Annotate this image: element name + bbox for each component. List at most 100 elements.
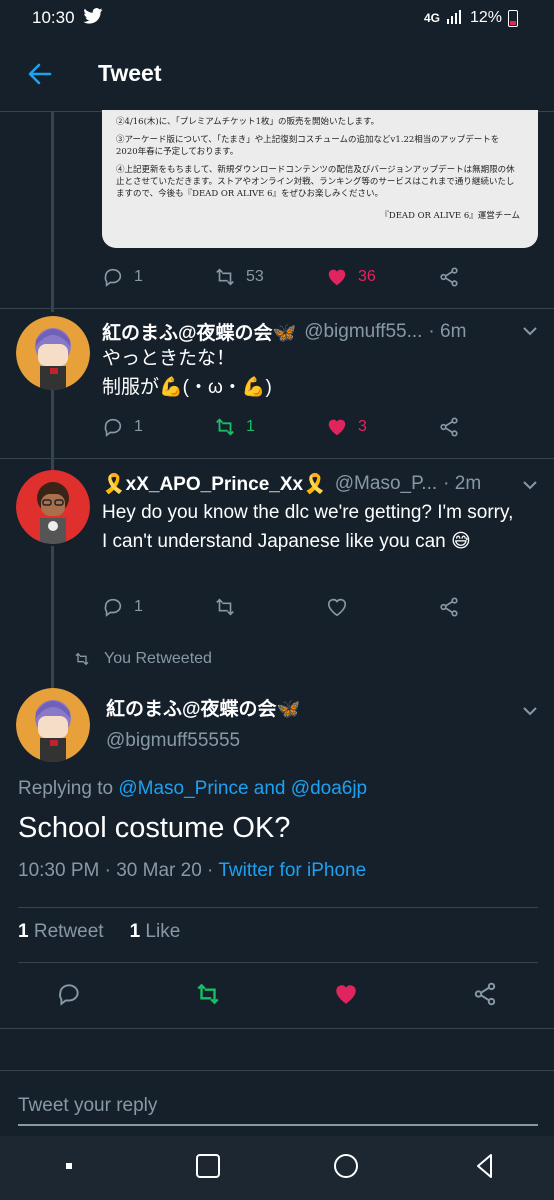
retweeted-label: You Retweeted xyxy=(74,650,212,668)
like-button[interactable]: 3 xyxy=(326,416,438,438)
reply-count: 1 xyxy=(134,268,143,285)
user-handle[interactable]: @Maso_P... xyxy=(335,473,437,495)
source-link[interactable]: Twitter for iPhone xyxy=(218,860,366,881)
tweet-actions: 1 1 3 xyxy=(102,412,482,442)
like-button[interactable] xyxy=(326,596,438,618)
tweet-header: 紅のまふ@夜蝶の会🦋 @bigmuff55... · 6m xyxy=(102,318,466,345)
tweet-time: · 6m xyxy=(428,320,467,342)
heart-filled-icon xyxy=(328,269,346,286)
back-button[interactable] xyxy=(14,49,64,99)
reply-input[interactable] xyxy=(18,1088,538,1126)
tweet-header: 🎗️xX_APO_Prince_Xx🎗️ @Maso_P... · 2m xyxy=(102,472,481,496)
like-button[interactable] xyxy=(333,981,359,1012)
share-button[interactable] xyxy=(438,266,460,288)
thread-line xyxy=(51,546,54,688)
reply-button[interactable]: 1 xyxy=(102,596,214,618)
image-text-line: ②4/16(木)に、「プレミアムチケット1枚」の販売を開始いたします。 xyxy=(116,117,380,127)
retweeted-text: You Retweeted xyxy=(104,650,212,667)
share-icon xyxy=(474,982,495,1005)
share-button[interactable] xyxy=(472,981,498,1012)
retweets-stat[interactable]: 1 Retweet xyxy=(18,921,104,943)
retweet-button[interactable]: 53 xyxy=(214,266,326,288)
divider xyxy=(0,308,554,309)
battery-percent: 12% xyxy=(469,9,502,26)
page-title: Tweet xyxy=(98,60,162,86)
tweet-actions: 1 53 36 xyxy=(102,262,482,292)
image-text-line: ④上記更新をもちまして、新規ダウンロードコンテンツの配信及びバージョンアップデー… xyxy=(116,165,515,199)
mention-link[interactable]: @doa6jp xyxy=(291,778,367,799)
display-name[interactable]: 紅のまふ@夜蝶の会🦋 xyxy=(106,694,300,721)
engagement-counts: 1 Retweet 1 Like xyxy=(18,921,180,943)
like-count: 36 xyxy=(358,268,376,285)
tweet-actions: 1 xyxy=(102,592,482,622)
clock: 10:30 xyxy=(32,8,75,27)
share-icon xyxy=(440,597,458,617)
share-button[interactable] xyxy=(438,416,460,438)
retweet-icon xyxy=(216,598,234,616)
tweet-text: やっときたな！ 制服が💪(・ω・💪) xyxy=(102,344,522,402)
tweet-meta: 10:30 PM · 30 Mar 20 · Twitter for iPhon… xyxy=(18,860,366,882)
reply-count: 1 xyxy=(134,598,143,615)
tweet-menu-button[interactable] xyxy=(522,474,538,495)
heart-filled-icon xyxy=(328,419,346,436)
user-handle[interactable]: @bigmuff55... xyxy=(304,321,422,343)
avatar[interactable] xyxy=(16,470,90,544)
tweet-image[interactable]: ②4/16(木)に、「プレミアムチケット1枚」の販売を開始いたします。 ③アーケ… xyxy=(102,110,538,248)
retweet-icon xyxy=(216,418,234,436)
reply-button[interactable] xyxy=(56,981,82,1012)
recents-icon xyxy=(195,1153,220,1178)
chevron-down-icon xyxy=(523,327,537,336)
back-triangle-icon xyxy=(476,1153,492,1178)
heart-filled-icon xyxy=(336,984,356,1004)
retweet-button[interactable] xyxy=(214,596,326,618)
status-bar: 10:30 4G 12% xyxy=(0,0,554,36)
back-arrow-icon xyxy=(28,63,52,84)
reply-icon xyxy=(104,598,122,617)
menu-dot-button[interactable] xyxy=(55,1152,83,1185)
mention-link[interactable]: @Maso_Prince xyxy=(118,778,248,799)
user-handle[interactable]: @bigmuff55555 xyxy=(106,730,240,752)
avatar[interactable] xyxy=(16,316,90,390)
tweet-menu-button[interactable] xyxy=(522,700,538,721)
like-button[interactable]: 36 xyxy=(326,266,438,288)
main-tweet-actions xyxy=(0,976,554,1016)
mention-and[interactable]: and xyxy=(254,778,286,799)
chevron-down-icon xyxy=(523,707,537,716)
display-name[interactable]: 紅のまふ@夜蝶の会🦋 xyxy=(102,318,296,345)
retweet-count: 1 xyxy=(246,418,255,435)
share-button[interactable] xyxy=(438,596,460,618)
home-icon xyxy=(334,1153,359,1178)
divider xyxy=(0,1070,554,1071)
retweet-button[interactable]: 1 xyxy=(214,416,326,438)
reply-count: 1 xyxy=(134,418,143,435)
likes-stat[interactable]: 1 Like xyxy=(130,921,181,943)
avatar[interactable] xyxy=(16,688,90,762)
retweet-button[interactable] xyxy=(195,981,221,1012)
system-nav-bar xyxy=(0,1136,554,1200)
network-label: 4G xyxy=(423,11,440,25)
battery-icon xyxy=(508,9,518,27)
reply-icon xyxy=(104,268,122,287)
recents-button[interactable] xyxy=(194,1152,222,1185)
divider xyxy=(0,1028,554,1029)
retweet-icon xyxy=(75,652,89,666)
reply-composer xyxy=(0,1072,554,1136)
reply-icon xyxy=(59,983,79,1006)
replying-prefix: Replying to xyxy=(18,778,114,799)
tweet-menu-button[interactable] xyxy=(522,320,538,341)
display-name[interactable]: 🎗️xX_APO_Prince_Xx🎗️ xyxy=(102,472,327,496)
tweet-text-line: 制服が💪(・ω・💪) xyxy=(102,377,272,398)
reply-button[interactable]: 1 xyxy=(102,416,214,438)
nav-back-button[interactable] xyxy=(471,1152,499,1185)
like-count: 3 xyxy=(358,418,367,435)
signal-icon xyxy=(446,8,464,29)
app-header: Tweet xyxy=(0,36,554,112)
share-icon xyxy=(440,267,458,287)
tweet-text: School costume OK? xyxy=(18,812,291,844)
home-button[interactable] xyxy=(332,1152,360,1185)
divider xyxy=(18,962,538,963)
divider xyxy=(18,907,538,908)
reply-button[interactable]: 1 xyxy=(102,266,214,288)
reply-icon xyxy=(104,418,122,437)
retweet-icon xyxy=(197,983,219,1004)
